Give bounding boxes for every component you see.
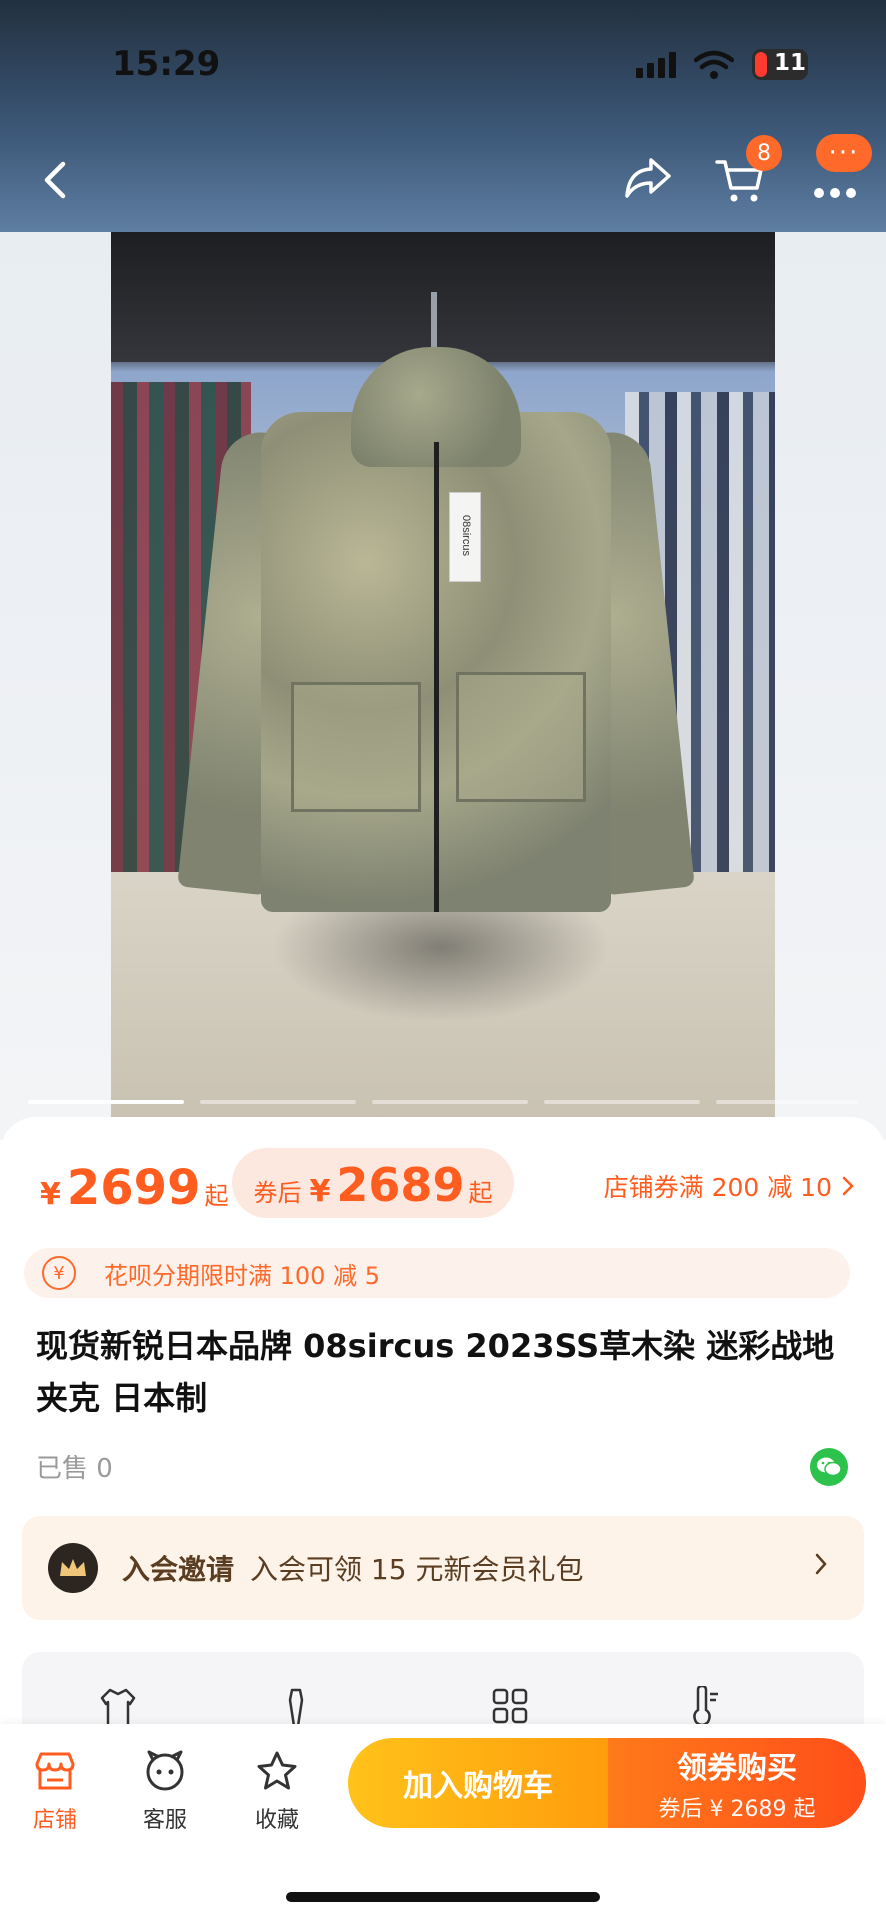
store-coupon-text: 店铺券满 200 减 10 bbox=[603, 1173, 832, 1202]
thermometer-icon bbox=[693, 1686, 718, 1726]
price-currency: ¥ bbox=[40, 1177, 61, 1212]
tab-favorite[interactable]: 收藏 bbox=[232, 1748, 322, 1834]
wechat-share-button[interactable] bbox=[810, 1448, 848, 1486]
jacket-pocket-right bbox=[456, 672, 586, 802]
battery-level bbox=[755, 52, 767, 77]
grid-icon bbox=[492, 1688, 528, 1724]
message-bubble-icon[interactable]: ··· bbox=[816, 134, 872, 172]
bottom-action-bar: 店铺 客服 收藏 加入购物车 领券购买 券后 ¥ 2689 起 bbox=[0, 1724, 886, 1920]
battery-icon: 11 bbox=[752, 49, 808, 80]
sold-count: 已售 0 bbox=[36, 1454, 113, 1484]
jacket-zipper bbox=[434, 442, 439, 912]
signal-icon bbox=[636, 52, 676, 78]
tab-service-label: 客服 bbox=[142, 1808, 187, 1833]
tab-favorite-label: 收藏 bbox=[254, 1808, 299, 1833]
member-invite-desc: 入会可领 15 元新会员礼包 bbox=[250, 1553, 584, 1586]
coupon-buy-button[interactable]: 领券购买 券后 ¥ 2689 起 bbox=[608, 1738, 866, 1828]
price-value: 2699 bbox=[66, 1160, 201, 1216]
coupon-currency: ¥ bbox=[309, 1174, 331, 1209]
coupon-price-pill: 券后 ¥ 2689 起 bbox=[232, 1148, 514, 1218]
add-to-cart-button[interactable]: 加入购物车 bbox=[348, 1738, 608, 1828]
store-coupon-link[interactable]: 店铺券满 200 减 10 bbox=[604, 1168, 854, 1204]
carousel-indicator bbox=[716, 1100, 858, 1104]
chevron-left-icon bbox=[44, 161, 66, 199]
member-invite-title: 入会邀请 bbox=[122, 1553, 235, 1586]
huabei-promo[interactable]: ¥ 花呗分期限时满 100 减 5 bbox=[24, 1248, 850, 1298]
jacket-tag-text: 08sircus bbox=[460, 515, 472, 556]
price-row: ¥ 2699 起 券后 ¥ 2689 起 店铺券满 200 减 10 bbox=[0, 1148, 886, 1222]
camo-jacket: 08sircus bbox=[177, 292, 695, 932]
product-photo[interactable]: 08sircus bbox=[111, 232, 775, 1120]
coupon-label: 券后 bbox=[253, 1179, 302, 1207]
carousel-indicator bbox=[544, 1100, 700, 1104]
carousel-indicator-active bbox=[28, 1100, 184, 1104]
price-suffix: 起 bbox=[204, 1182, 229, 1210]
jacket-tag: 08sircus bbox=[449, 492, 481, 582]
back-button[interactable] bbox=[30, 152, 80, 208]
chevron-right-icon bbox=[815, 1553, 827, 1575]
home-indicator[interactable] bbox=[286, 1892, 600, 1902]
crown-icon bbox=[48, 1543, 98, 1593]
star-icon bbox=[254, 1748, 300, 1794]
huabei-promo-text: 花呗分期限时满 100 减 5 bbox=[104, 1261, 380, 1290]
coupon-buy-subtitle: 券后 ¥ 2689 起 bbox=[658, 1797, 816, 1822]
more-dots-icon bbox=[814, 188, 856, 198]
share-icon bbox=[625, 158, 671, 198]
chevron-right-icon bbox=[842, 1176, 854, 1196]
coupon-price: 2689 bbox=[336, 1158, 465, 1212]
carousel-indicator bbox=[372, 1100, 528, 1104]
battery-level-text: 11 bbox=[774, 50, 807, 76]
cart-count-badge: 8 bbox=[746, 135, 782, 171]
store-icon bbox=[32, 1748, 78, 1794]
product-title: 现货新锐日本品牌 08sircus 2023SS草木染 迷彩战地夹克 日本制 bbox=[36, 1327, 835, 1417]
status-time: 15:29 bbox=[112, 44, 221, 84]
mannequin-icon bbox=[288, 1688, 304, 1726]
coupon-suffix: 起 bbox=[468, 1179, 493, 1207]
product-params-section[interactable] bbox=[22, 1652, 864, 1728]
wechat-icon bbox=[817, 1457, 842, 1477]
tab-store[interactable]: 店铺 bbox=[10, 1748, 100, 1834]
tab-store-label: 店铺 bbox=[32, 1808, 77, 1833]
yen-circle-icon: ¥ bbox=[42, 1256, 76, 1290]
wifi-icon bbox=[694, 50, 734, 79]
jacket-pocket-left bbox=[291, 682, 421, 812]
tab-customer-service[interactable]: 客服 bbox=[120, 1748, 210, 1834]
member-invite-banner[interactable]: 入会邀请 入会可领 15 元新会员礼包 bbox=[22, 1516, 864, 1620]
share-button[interactable] bbox=[620, 150, 676, 206]
service-icon bbox=[142, 1748, 188, 1794]
price-main: ¥ 2699 起 bbox=[40, 1160, 228, 1216]
purchase-buttons: 加入购物车 领券购买 券后 ¥ 2689 起 bbox=[348, 1738, 866, 1828]
coupon-buy-title: 领券购买 bbox=[677, 1751, 797, 1786]
carousel-indicator bbox=[200, 1100, 356, 1104]
shirt-icon bbox=[100, 1688, 136, 1726]
